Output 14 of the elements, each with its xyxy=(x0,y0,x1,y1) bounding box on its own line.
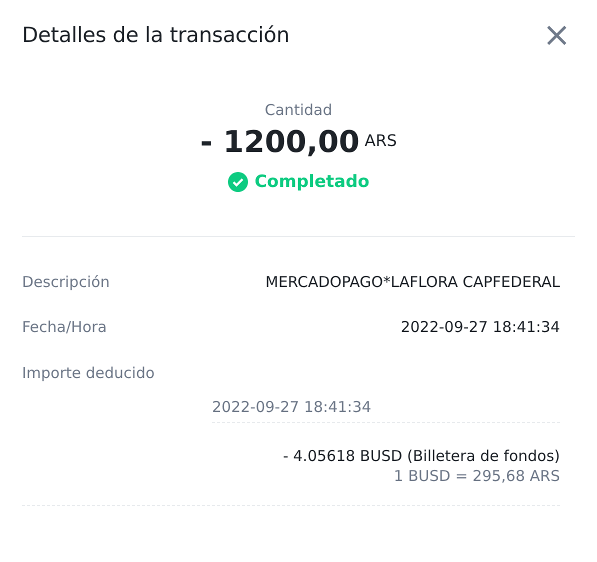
exchange-rate: 1 BUSD = 295,68 ARS xyxy=(392,466,560,484)
deduction-time: 2022-09-27 18:41:34 xyxy=(212,396,560,422)
detail-label: Descripción xyxy=(22,272,110,291)
detail-value: MERCADOPAGO*LAFLORA CAPFEDERAL xyxy=(265,272,560,291)
window-title: Detalles de la transacción xyxy=(22,23,290,47)
currency-label: ARS xyxy=(364,131,397,150)
deducted-amount: - 4.05618 BUSD (Billetera de fondos) xyxy=(282,446,560,464)
amount-label: Cantidad xyxy=(264,101,332,119)
close-button[interactable]: × xyxy=(542,18,571,52)
status-label: Completado xyxy=(254,172,370,192)
detail-label: Importe deducido xyxy=(22,364,155,382)
amount-value: - 1200,00 xyxy=(200,125,360,160)
detail-value: 2022-09-27 18:41:34 xyxy=(400,318,560,336)
detail-label: Fecha/Hora xyxy=(22,318,107,336)
